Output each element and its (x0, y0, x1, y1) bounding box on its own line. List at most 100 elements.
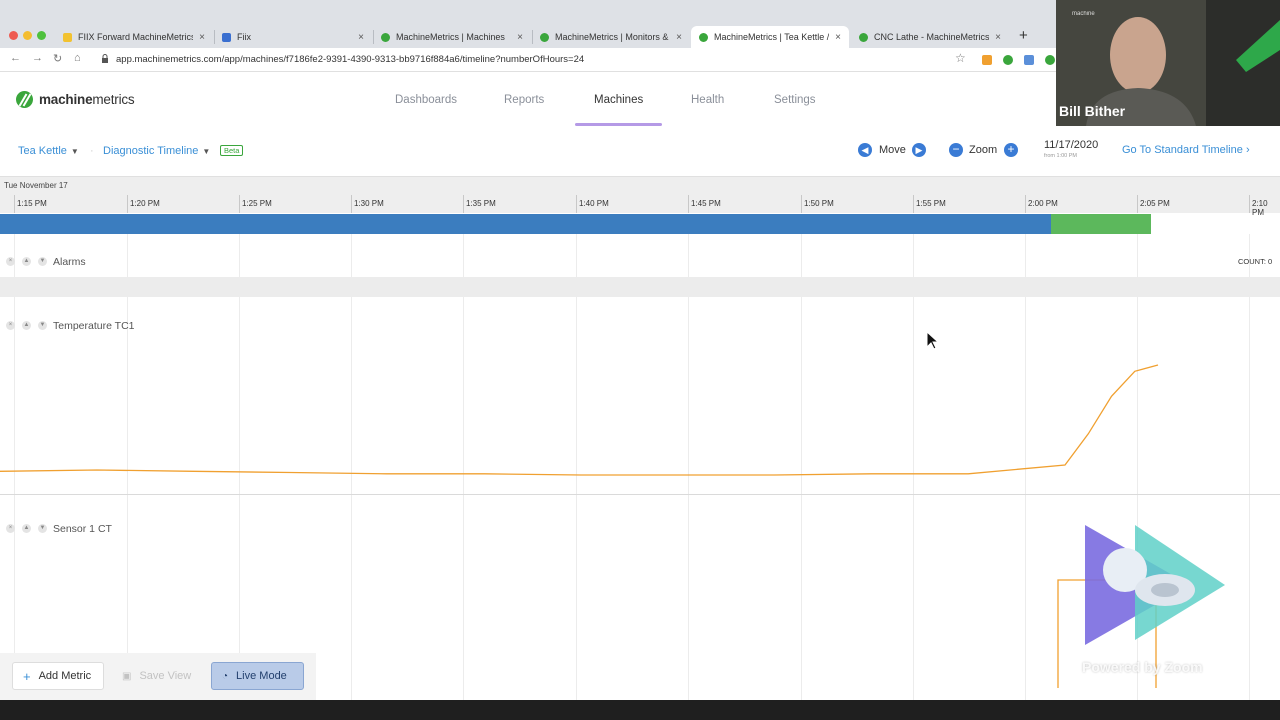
machine-selector[interactable]: Tea Kettle ▼ (18, 145, 79, 157)
move-down-icon[interactable]: ▼ (38, 524, 47, 533)
browser-tab[interactable]: Fiix × (214, 26, 372, 48)
zoom-watermark: Powered by Zoom (1082, 659, 1203, 675)
mouse-pointer-icon (926, 331, 940, 350)
remove-row-icon[interactable]: × (6, 257, 15, 266)
timeline-tick-mark (801, 195, 802, 213)
presenter-name: Bill Bither (1059, 103, 1126, 119)
timeline-tick-label: 1:20 PM (130, 199, 160, 208)
move-forward-button[interactable]: ▶ (912, 143, 926, 157)
nav-machines[interactable]: Machines (594, 94, 643, 106)
minimize-window-icon[interactable] (23, 31, 32, 40)
date-picker[interactable]: 11/17/2020 (1044, 139, 1098, 151)
timeline-tick-mark (127, 195, 128, 213)
temperature-chart[interactable] (0, 340, 1280, 500)
tab-close-icon[interactable]: × (358, 32, 364, 43)
bookmark-star-icon[interactable]: ☆ (955, 51, 966, 65)
zoom-label: Zoom (969, 144, 998, 156)
new-tab-button[interactable]: + (1019, 27, 1028, 44)
beta-badge: Beta (220, 145, 244, 156)
remove-row-icon[interactable]: × (6, 524, 15, 533)
url-field[interactable]: app.machinemetrics.com/app/machines/f718… (116, 54, 584, 65)
save-icon: ▣ (122, 670, 132, 682)
active-nav-indicator (575, 123, 662, 126)
machinemetrics-logo[interactable]: machinemetrics (16, 91, 135, 108)
logo-text: machinemetrics (39, 92, 135, 107)
tab-close-icon[interactable]: × (517, 32, 523, 43)
go-to-standard-timeline-link[interactable]: Go To Standard Timeline › (1122, 144, 1250, 156)
machinemetrics-favicon-icon (859, 32, 868, 42)
temperature-series-line (0, 364, 1159, 476)
tab-close-icon[interactable]: × (676, 32, 682, 43)
presenter-logo: machine (1072, 11, 1095, 17)
tab-close-icon[interactable]: × (199, 32, 205, 43)
browser-tab[interactable]: MachineMetrics | Monitors & N × (532, 26, 690, 48)
row-label-temperature: Temperature TC1 (53, 320, 135, 332)
nav-settings[interactable]: Settings (774, 94, 816, 106)
tab-label: Fiix (237, 32, 251, 42)
timeline-tick-label: 1:50 PM (804, 199, 834, 208)
remove-row-icon[interactable]: × (6, 321, 15, 330)
timeline-tick-mark (1025, 195, 1026, 213)
browser-tab[interactable]: MachineMetrics | Machines × (373, 26, 531, 48)
forward-arrow-icon[interactable]: → (32, 52, 43, 64)
machine-state-bar-green[interactable] (1051, 214, 1151, 234)
zoom-out-button[interactable]: − (949, 143, 963, 157)
timeline-tick-mark (463, 195, 464, 213)
reload-icon[interactable]: ↻ (53, 52, 62, 65)
home-icon[interactable]: ⌂ (74, 52, 81, 64)
move-up-icon[interactable]: ▲ (22, 257, 31, 266)
timeline-day-label: Tue November 17 (4, 181, 68, 190)
timeline-tick-mark (1249, 195, 1250, 213)
maximize-window-icon[interactable] (37, 31, 46, 40)
save-view-button[interactable]: ▣ Save View (112, 662, 204, 690)
timeline-header (0, 176, 1280, 213)
move-back-button[interactable]: ◀ (858, 143, 872, 157)
timeline-tick-label: 1:30 PM (354, 199, 384, 208)
tab-close-icon[interactable]: × (835, 32, 841, 43)
chevron-down-icon: ▼ (202, 147, 211, 156)
tab-label: FIIX Forward MachineMetrics (78, 32, 194, 42)
close-window-icon[interactable] (9, 31, 18, 40)
add-metric-button[interactable]: + Add Metric (12, 662, 104, 690)
extension-icon[interactable] (1003, 55, 1013, 65)
browser-tab[interactable]: FIIX Forward MachineMetrics × (55, 26, 213, 48)
timeline-tick-label: 2:00 PM (1028, 199, 1058, 208)
move-up-icon[interactable]: ▲ (22, 524, 31, 533)
date-subtitle: from 1:00 PM (1044, 153, 1078, 159)
timeline-tick-mark (14, 195, 15, 213)
machinemetrics-favicon-icon (699, 32, 708, 42)
tab-close-icon[interactable]: × (995, 32, 1001, 43)
alarm-count: COUNT: 0 (1238, 257, 1273, 266)
zoom-in-button[interactable]: + (1004, 143, 1018, 157)
browser-tab-active[interactable]: MachineMetrics | Tea Kettle / × (691, 26, 849, 48)
live-mode-button[interactable]: ◔ Live Mode (211, 662, 304, 690)
timeline-tick-label: 2:10 PM (1252, 199, 1268, 217)
view-selector[interactable]: Diagnostic Timeline ▼ (103, 145, 210, 157)
timeline-tick-label: 1:35 PM (466, 199, 496, 208)
nav-dashboards[interactable]: Dashboards (395, 94, 457, 106)
nav-reports[interactable]: Reports (504, 94, 544, 106)
browser-tab[interactable]: CNC Lathe - MachineMetrics × (851, 26, 1009, 48)
folder-favicon-icon (63, 32, 72, 42)
extension-icon[interactable] (1045, 55, 1055, 65)
tab-label: CNC Lathe - MachineMetrics (874, 32, 990, 42)
screen: FIIX Forward MachineMetrics × Fiix × Mac… (0, 0, 1280, 700)
extension-icon[interactable] (1024, 55, 1034, 65)
move-up-icon[interactable]: ▲ (22, 321, 31, 330)
move-down-icon[interactable]: ▼ (38, 321, 47, 330)
chevron-down-icon: ▼ (70, 147, 79, 156)
zoom-logo-overlay (1085, 525, 1225, 645)
timeline-tick-label: 1:40 PM (579, 199, 609, 208)
nav-health[interactable]: Health (691, 94, 724, 106)
machine-state-bar-active[interactable] (0, 214, 1051, 234)
live-mode-icon: ◔ (222, 670, 229, 682)
timeline-tick-mark (576, 195, 577, 213)
extension-icon[interactable] (982, 55, 992, 65)
timeline-tick-mark (351, 195, 352, 213)
tab-label: MachineMetrics | Monitors & N (555, 32, 671, 42)
back-arrow-icon[interactable]: ← (10, 52, 21, 64)
move-down-icon[interactable]: ▼ (38, 257, 47, 266)
screen-bottom-band (0, 700, 1280, 720)
timeline-tick-mark (1137, 195, 1138, 213)
timeline-tick-mark (688, 195, 689, 213)
